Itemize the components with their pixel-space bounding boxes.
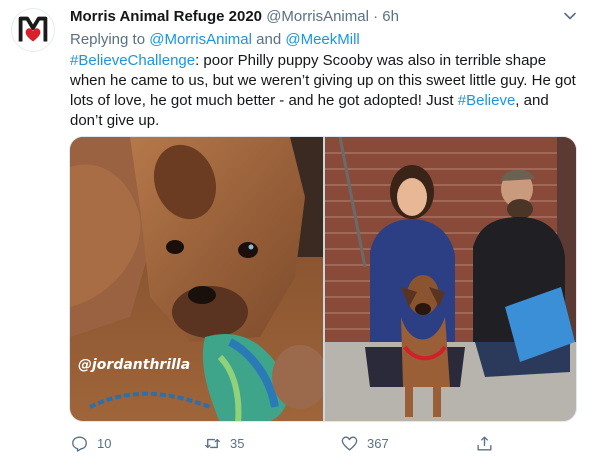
hashtag-believe[interactable]: #Believe <box>458 92 516 109</box>
replying-to: Replying to @MorrisAnimal and @MeekMill <box>70 30 360 50</box>
tweet-text: #BelieveChallenge: poor Philly puppy Sco… <box>70 51 582 131</box>
share-action[interactable] <box>475 428 502 458</box>
chevron-down-icon[interactable] <box>563 9 577 23</box>
photo-adoption[interactable] <box>325 137 577 422</box>
timestamp[interactable]: 6h <box>382 8 399 25</box>
display-name[interactable]: Morris Animal Refuge 2020 <box>70 8 262 25</box>
photo-watermark: @jordanthrilla <box>78 357 190 373</box>
reply-action[interactable]: 10 <box>70 428 111 458</box>
retweet-icon <box>204 438 221 448</box>
retweet-action[interactable]: 35 <box>203 428 244 458</box>
reply-handle-morrisanimal[interactable]: @MorrisAnimal <box>149 31 252 48</box>
retweet-count: 35 <box>230 435 245 451</box>
like-count: 367 <box>367 435 389 451</box>
reply-icon <box>72 435 87 452</box>
photo-puppy-before[interactable]: @jordanthrilla <box>70 137 323 422</box>
heart-icon <box>341 435 358 451</box>
handle[interactable]: @MorrisAnimal <box>266 8 369 25</box>
tweet[interactable]: Morris Animal Refuge 2020 @MorrisAnimal … <box>0 0 591 460</box>
tweet-media[interactable]: @jordanthrilla <box>69 136 577 422</box>
tweet-actions: 10 35 367 <box>0 428 591 458</box>
tweet-header: Morris Animal Refuge 2020 @MorrisAnimal … <box>70 7 399 27</box>
reply-handle-meekmill[interactable]: @MeekMill <box>285 31 359 48</box>
replying-prefix: Replying to <box>70 31 150 48</box>
morris-animal-refuge-logo-icon <box>18 16 48 42</box>
share-icon <box>477 435 492 451</box>
avatar[interactable] <box>11 8 55 52</box>
reply-count: 10 <box>97 435 112 451</box>
like-action[interactable]: 367 <box>340 428 389 458</box>
separator: · <box>368 8 383 25</box>
hashtag-believechallenge[interactable]: #BelieveChallenge <box>70 52 195 69</box>
reply-and: and <box>251 31 286 48</box>
